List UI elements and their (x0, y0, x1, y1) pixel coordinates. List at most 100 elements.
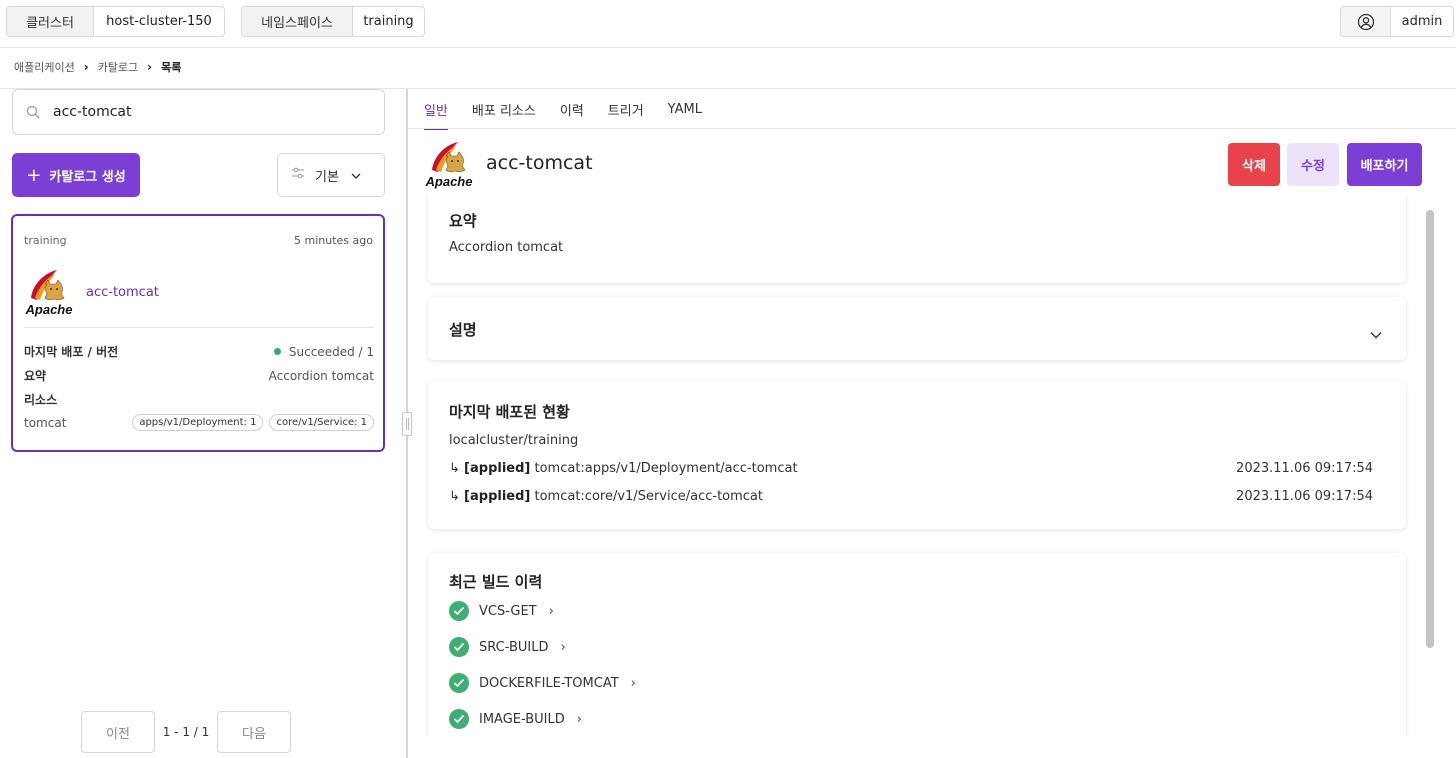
breadcrumb-current: 목록 (161, 61, 182, 74)
deploy-row: ↳ [applied] tomcat:apps/v1/Deployment/ac… (449, 461, 1373, 476)
check-circle-icon (449, 601, 469, 621)
create-catalog-button[interactable]: + 카탈로그 생성 (12, 153, 140, 197)
chevron-right-icon: › (630, 675, 636, 691)
user-name: admin (1401, 14, 1443, 29)
deploy-tag: [applied] (464, 489, 531, 504)
user-avatar-icon (1341, 7, 1391, 36)
namespace-selector[interactable]: 네임스페이스 training (241, 6, 425, 37)
chevron-right-icon: › (548, 603, 554, 619)
build-history-panel: 최근 빌드 이력 VCS-GET › SRC-BUILD › DOCKERFIL… (428, 553, 1406, 736)
builds-title: 최근 빌드 이력 (449, 573, 543, 591)
summary-panel: 요약 Accordion tomcat (428, 196, 1406, 283)
search-input[interactable] (53, 104, 353, 120)
card-namespace: training (24, 234, 67, 247)
namespace-value: training (363, 14, 414, 29)
card-row-summary: 요약 Accordion tomcat (24, 367, 374, 384)
pagination: 이전 1 - 1 / 1 다음 (81, 711, 291, 753)
scrollbar[interactable] (1426, 210, 1434, 648)
summary-value: Accordion tomcat (268, 368, 374, 383)
build-item[interactable]: VCS-GET › (449, 601, 554, 621)
tab-yaml[interactable]: YAML (668, 89, 702, 129)
filter-icon (291, 167, 305, 183)
breadcrumb-item[interactable]: 애플리케이션 (14, 59, 75, 75)
svg-text:Apache: Apache (425, 174, 473, 189)
breadcrumb: 애플리케이션 › 카탈로그 › 목록 (14, 58, 181, 76)
edit-button[interactable]: 수정 (1287, 143, 1339, 186)
sort-label: 기본 (315, 169, 339, 185)
last-deploy-label: 마지막 배포 / 버전 (24, 345, 119, 359)
deploy-tag: [applied] (464, 461, 531, 476)
deploy-row: ↳ [applied] tomcat:core/v1/Service/acc-t… (449, 489, 1373, 504)
apache-tomcat-logo-icon: Apache (23, 268, 75, 322)
chevron-down-icon[interactable] (1370, 324, 1382, 343)
build-item[interactable]: SRC-BUILD › (449, 637, 566, 657)
top-bar: 클러스터 host-cluster-150 네임스페이스 training ad… (0, 0, 1456, 48)
card-divider (24, 327, 374, 328)
cluster-selector[interactable]: 클러스터 host-cluster-150 (6, 6, 225, 37)
breadcrumb-item[interactable]: 카탈로그 (98, 59, 138, 75)
resource-chip: apps/v1/Deployment: 1 (132, 414, 264, 431)
return-arrow-icon: ↳ (449, 461, 460, 476)
summary-label: 요약 (24, 369, 47, 383)
delete-button[interactable]: 삭제 (1228, 143, 1280, 186)
detail-tabs: 일반 배포 리소스 이력 트리거 YAML (424, 89, 726, 130)
prev-page-button[interactable]: 이전 (81, 711, 155, 753)
check-circle-icon (449, 673, 469, 693)
resource-chip: core/v1/Service: 1 (269, 414, 374, 431)
build-item[interactable]: IMAGE-BUILD › (449, 709, 582, 729)
status-dot-icon (273, 348, 281, 355)
deploy-time: 2023.11.06 09:17:54 (1236, 461, 1373, 476)
tab-deploy-resources[interactable]: 배포 리소스 (472, 89, 536, 129)
tab-divider (408, 128, 1456, 129)
deploy-time: 2023.11.06 09:17:54 (1236, 489, 1373, 504)
search-box (12, 89, 385, 135)
deploy-resource: tomcat:core/v1/Service/acc-tomcat (534, 489, 764, 504)
chevron-right-icon: › (560, 639, 566, 655)
tab-general[interactable]: 일반 (424, 89, 448, 130)
page-title: acc-tomcat (486, 152, 593, 174)
tab-trigger[interactable]: 트리거 (608, 89, 644, 129)
deploy-button[interactable]: 배포하기 (1347, 143, 1422, 186)
check-circle-icon (449, 637, 469, 657)
deploy-resource: tomcat:apps/v1/Deployment/acc-tomcat (534, 461, 798, 476)
deploy-target: localcluster/training (449, 433, 579, 448)
build-name: SRC-BUILD (479, 639, 549, 655)
build-name: IMAGE-BUILD (479, 711, 565, 727)
create-catalog-label: 카탈로그 생성 (49, 169, 126, 185)
cluster-value: host-cluster-150 (106, 14, 212, 29)
card-row-resources: 리소스 (24, 391, 374, 408)
chevron-right-icon: › (147, 60, 153, 74)
search-icon (13, 105, 53, 119)
chevron-right-icon: › (576, 711, 582, 727)
description-panel[interactable]: 설명 (428, 297, 1406, 360)
summary-title: 요약 (449, 212, 477, 230)
build-name: VCS-GET (479, 603, 537, 619)
sort-dropdown[interactable]: 기본 (277, 153, 385, 197)
detail-content: 요약 Accordion tomcat 설명 마지막 배포된 현황 localc… (408, 196, 1438, 736)
apache-tomcat-logo-icon: Apache (424, 140, 476, 194)
card-name[interactable]: acc-tomcat (86, 285, 159, 300)
card-time: 5 minutes ago (294, 234, 373, 247)
build-name: DOCKERFILE-TOMCAT (479, 675, 619, 691)
card-row-last-deploy: 마지막 배포 / 버전 Succeeded / 1 (24, 343, 374, 360)
plus-icon: + (26, 164, 42, 186)
catalog-card[interactable]: training 5 minutes ago Apache acc-tomcat… (11, 214, 385, 452)
resource-name: tomcat (24, 415, 67, 430)
chevron-down-icon (351, 168, 361, 183)
last-deploy-title: 마지막 배포된 현황 (449, 403, 570, 421)
resources-label: 리소스 (24, 393, 58, 407)
tab-history[interactable]: 이력 (560, 89, 584, 129)
user-menu[interactable]: admin (1340, 6, 1454, 37)
check-circle-icon (449, 709, 469, 729)
svg-text:Apache: Apache (25, 302, 73, 317)
next-page-button[interactable]: 다음 (217, 711, 291, 753)
summary-text: Accordion tomcat (449, 240, 564, 255)
chevron-right-icon: › (83, 60, 89, 74)
last-deploy-panel: 마지막 배포된 현황 localcluster/training ↳ [appl… (428, 381, 1406, 529)
build-item[interactable]: DOCKERFILE-TOMCAT › (449, 673, 636, 693)
last-deploy-value: Succeeded / 1 (288, 344, 374, 359)
page-info: 1 - 1 / 1 (162, 725, 210, 739)
description-title: 설명 (449, 321, 477, 339)
cluster-label: 클러스터 (7, 7, 94, 36)
card-row-resource-item: tomcat apps/v1/Deployment: 1 core/v1/Ser… (24, 414, 374, 431)
